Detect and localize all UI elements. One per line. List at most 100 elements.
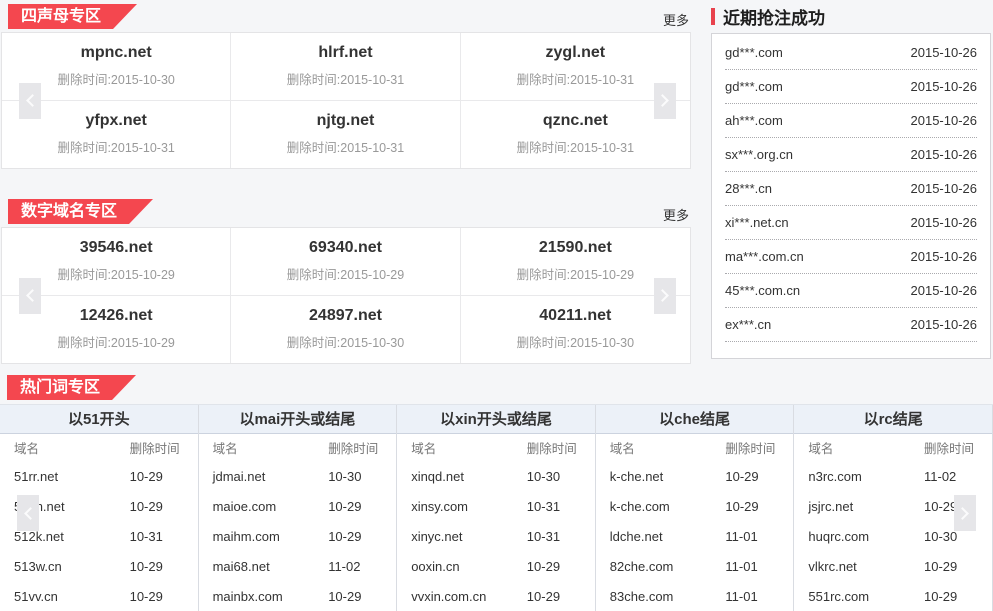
chevron-left-icon (24, 507, 37, 520)
hot-words-ribbon-title: 热门词专区 (7, 375, 136, 400)
card-domain: 39546.net (2, 239, 230, 257)
table-row[interactable]: maihm.com 10-29 (199, 521, 397, 551)
row-date: 11-01 (725, 559, 793, 574)
table-column-headers: 域名 删除时间 (397, 434, 595, 461)
hot-words-tables: 以51开头 域名 删除时间 51rr.net 10-29 51nn.net 10… (0, 404, 993, 611)
chevron-right-icon (656, 289, 669, 302)
panel-title-text: 近期抢注成功 (723, 4, 825, 29)
table-row[interactable]: maioe.com 10-29 (199, 491, 397, 521)
table-row[interactable]: ldche.net 11-01 (596, 521, 794, 551)
domain-card[interactable]: njtg.net 删除时间:2015-10-31 (231, 101, 460, 168)
table-column-headers: 域名 删除时间 (794, 434, 992, 461)
row-domain: 51rr.net (14, 469, 130, 484)
list-item[interactable]: 45***.com.cn 2015-10-26 (725, 274, 977, 308)
item-domain: 28***.cn (725, 181, 772, 196)
table-title: 以mai开头或结尾 (199, 405, 397, 434)
row-date: 10-31 (130, 529, 198, 544)
list-item[interactable]: sx***.org.cn 2015-10-26 (725, 138, 977, 172)
table-row[interactable]: 551rc.com 10-29 (794, 581, 992, 611)
row-date: 10-29 (725, 469, 793, 484)
table-row[interactable]: mai68.net 11-02 (199, 551, 397, 581)
list-item[interactable]: ah***.com 2015-10-26 (725, 104, 977, 138)
four-letter-ribbon-title: 四声母专区 (8, 4, 137, 29)
row-date: 10-29 (130, 589, 198, 604)
chevron-right-icon (656, 94, 669, 107)
table-row[interactable]: vvxin.com.cn 10-29 (397, 581, 595, 611)
numeric-ribbon-title: 数字域名专区 (8, 199, 153, 224)
column-header-delete: 删除时间 (725, 438, 793, 457)
item-date: 2015-10-26 (911, 215, 978, 230)
row-date: 10-29 (527, 559, 595, 574)
table-row[interactable]: jdmai.net 10-30 (199, 461, 397, 491)
list-item[interactable]: ex***.cn 2015-10-26 (725, 308, 977, 342)
domain-card[interactable]: 69340.net 删除时间:2015-10-29 (231, 228, 460, 296)
row-domain: ldche.net (610, 529, 726, 544)
row-date: 11-01 (725, 529, 793, 544)
numeric-more-link[interactable]: 更多 (663, 205, 689, 224)
item-date: 2015-10-26 (911, 317, 978, 332)
table-title: 以51开头 (0, 405, 198, 434)
carousel-prev-button[interactable] (17, 495, 39, 531)
row-domain: xinqd.net (411, 469, 527, 484)
item-domain: ex***.cn (725, 317, 771, 332)
list-item[interactable]: ma***.com.cn 2015-10-26 (725, 240, 977, 274)
table-title: 以che结尾 (596, 405, 794, 434)
title-accent-bar (711, 8, 715, 25)
chevron-left-icon (26, 94, 39, 107)
row-domain: xinyc.net (411, 529, 527, 544)
table-row[interactable]: 51vv.cn 10-29 (0, 581, 198, 611)
table-title: 以rc结尾 (794, 405, 992, 434)
row-date: 10-29 (725, 499, 793, 514)
table-row[interactable]: n3rc.com 11-02 (794, 461, 992, 491)
table-row[interactable]: k-che.com 10-29 (596, 491, 794, 521)
list-item[interactable]: gd***.com 2015-10-26 (725, 36, 977, 70)
row-domain: vvxin.com.cn (411, 589, 527, 604)
table-row[interactable]: 513w.cn 10-29 (0, 551, 198, 581)
table-row[interactable]: 83che.com 11-01 (596, 581, 794, 611)
table-column-headers: 域名 删除时间 (0, 434, 198, 461)
numeric-card-grid: 39546.net 删除时间:2015-10-29 69340.net 删除时间… (1, 227, 691, 364)
table-title: 以xin开头或结尾 (397, 405, 595, 434)
four-letter-more-link[interactable]: 更多 (663, 10, 689, 29)
domain-card[interactable]: 24897.net 删除时间:2015-10-30 (231, 296, 460, 363)
four-letter-card-grid: mpnc.net 删除时间:2015-10-30 hlrf.net 删除时间:2… (1, 32, 691, 169)
row-date: 11-02 (328, 559, 396, 574)
row-domain: k-che.com (610, 499, 726, 514)
carousel-next-button[interactable] (954, 495, 976, 531)
chevron-left-icon (26, 289, 39, 302)
row-date: 10-30 (328, 469, 396, 484)
recent-success-title: 近期抢注成功 (711, 6, 991, 26)
table-column-headers: 域名 删除时间 (199, 434, 397, 461)
list-item[interactable]: xi***.net.cn 2015-10-26 (725, 206, 977, 240)
card-delete-time: 删除时间:2015-10-31 (231, 69, 459, 88)
carousel-next-button[interactable] (654, 83, 676, 119)
carousel-prev-button[interactable] (19, 278, 41, 314)
list-item[interactable]: gd***.com 2015-10-26 (725, 70, 977, 104)
table-row[interactable]: 82che.com 11-01 (596, 551, 794, 581)
table-row[interactable]: vlkrc.net 10-29 (794, 551, 992, 581)
table-row[interactable]: k-che.net 10-29 (596, 461, 794, 491)
row-date: 10-29 (130, 559, 198, 574)
row-date: 10-29 (328, 589, 396, 604)
table-row[interactable]: xinsy.com 10-31 (397, 491, 595, 521)
numeric-header: 数字域名专区 更多 (1, 195, 691, 224)
carousel-prev-button[interactable] (19, 83, 41, 119)
row-domain: 82che.com (610, 559, 726, 574)
recent-success-list: gd***.com 2015-10-26 gd***.com 2015-10-2… (711, 33, 991, 359)
table-row[interactable]: 51rr.net 10-29 (0, 461, 198, 491)
row-date: 11-01 (725, 589, 793, 604)
carousel-next-button[interactable] (654, 278, 676, 314)
item-domain: 45***.com.cn (725, 283, 800, 298)
item-date: 2015-10-26 (911, 181, 978, 196)
domain-card[interactable]: hlrf.net 删除时间:2015-10-31 (231, 33, 460, 101)
list-item[interactable]: 28***.cn 2015-10-26 (725, 172, 977, 206)
table-row[interactable]: ooxin.cn 10-29 (397, 551, 595, 581)
row-domain: 551rc.com (808, 589, 924, 604)
table-row[interactable]: mainbx.com 10-29 (199, 581, 397, 611)
card-domain: zygl.net (461, 44, 690, 62)
row-domain: xinsy.com (411, 499, 527, 514)
table-row[interactable]: xinqd.net 10-30 (397, 461, 595, 491)
item-date: 2015-10-26 (911, 249, 978, 264)
row-domain: jdmai.net (213, 469, 329, 484)
table-row[interactable]: xinyc.net 10-31 (397, 521, 595, 551)
